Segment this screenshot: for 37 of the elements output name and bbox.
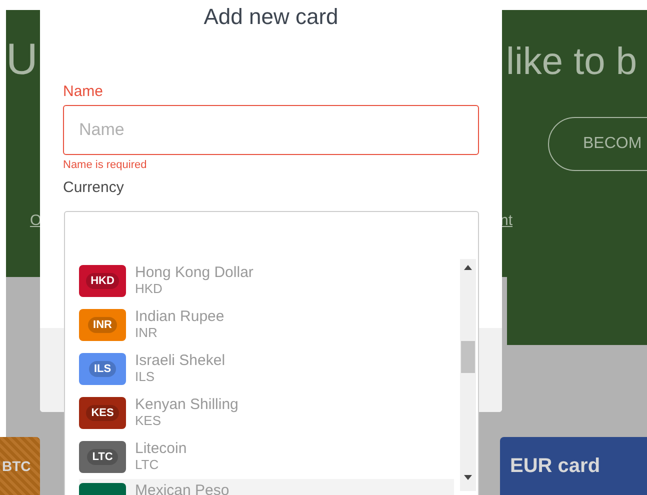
currency-code: ILS — [135, 369, 156, 385]
scroll-up-icon[interactable] — [464, 265, 472, 270]
currency-badge: KES — [79, 397, 126, 429]
eur-card[interactable]: EUR card — [500, 437, 647, 495]
modal-title: Add new card — [202, 3, 340, 31]
currency-code: HKD — [135, 281, 164, 297]
currency-dropdown[interactable]: HKD Hong Kong Dollar HKD INR Indian Rupee INR ILS Israeli Shekel ILS KES Kenyan Shilling KES LTC Litecoin LTC Mexican Peso — [64, 211, 479, 495]
btc-card[interactable]: BTC — [0, 437, 40, 495]
currency-option[interactable]: KES Kenyan Shilling KES — [79, 391, 454, 435]
currency-name: Indian Rupee — [135, 309, 224, 325]
error-message: Name is required — [63, 159, 148, 171]
currency-code: LTC — [135, 457, 160, 473]
currency-option[interactable]: ILS Israeli Shekel ILS — [79, 347, 454, 391]
currency-name: Kenyan Shilling — [135, 397, 238, 413]
headline: U — [6, 35, 38, 85]
currency-option[interactable]: LTC Litecoin LTC — [79, 435, 454, 479]
currency-code: KES — [135, 413, 162, 429]
currency-badge: LTC — [79, 441, 126, 473]
name-input[interactable]: Name — [63, 105, 479, 155]
currency-name: Litecoin — [135, 441, 187, 457]
currency-name: Hong Kong Dollar — [135, 265, 254, 281]
scroll-down-icon[interactable] — [464, 475, 472, 480]
currency-badge: HKD — [79, 265, 126, 297]
currency-badge: ILS — [79, 353, 126, 385]
field-label: Name — [63, 83, 104, 100]
currency-option[interactable]: HKD Hong Kong Dollar HKD — [79, 259, 454, 303]
currency-badge: INR — [79, 309, 126, 341]
scrollbar-thumb[interactable] — [461, 341, 475, 373]
currency-option[interactable]: INR Indian Rupee INR — [79, 303, 454, 347]
scrollbar[interactable] — [460, 259, 476, 491]
currency-code: INR — [135, 325, 158, 341]
currency-name: Israeli Shekel — [135, 353, 226, 369]
currency-name: Mexican Peso — [135, 483, 230, 495]
become-button[interactable]: BECOM — [548, 117, 647, 171]
field-label: Currency — [63, 179, 125, 196]
currency-option[interactable]: Mexican Peso — [79, 479, 454, 495]
headline: like to b — [506, 40, 637, 85]
